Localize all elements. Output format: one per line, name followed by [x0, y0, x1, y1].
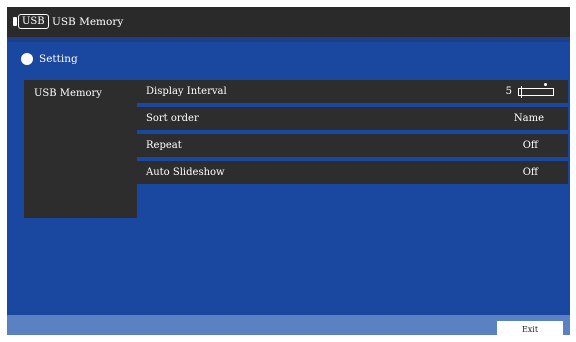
- sort-order-value: Name: [513, 113, 544, 124]
- setting-row-sort-order[interactable]: Sort order Name: [137, 107, 568, 130]
- setting-bullet-icon: [21, 53, 33, 65]
- category-item-usb-memory[interactable]: USB Memory: [34, 88, 102, 99]
- section-header: Setting: [7, 42, 570, 76]
- auto-slideshow-value: Off: [522, 167, 538, 178]
- window-title: USB Memory: [52, 16, 124, 28]
- display-interval-control[interactable]: 5: [506, 80, 554, 103]
- display-interval-value: 5: [505, 86, 512, 97]
- setting-row-display-interval[interactable]: Display Interval 5: [137, 80, 568, 103]
- section-title: Setting: [39, 53, 78, 65]
- setting-label: Auto Slideshow: [146, 167, 225, 178]
- category-panel: USB Memory: [24, 80, 137, 218]
- setting-row-repeat[interactable]: Repeat Off: [137, 134, 568, 157]
- usb-icon: USB: [13, 14, 49, 29]
- usb-plug-icon: [13, 17, 17, 26]
- usb-badge-label: USB: [18, 14, 49, 29]
- slider-max-mark: [544, 82, 547, 86]
- title-bar: USB USB Memory: [7, 7, 570, 37]
- setting-label: Display Interval: [146, 86, 227, 97]
- exit-button[interactable]: Exit: [497, 321, 563, 335]
- setting-label: Sort order: [146, 113, 199, 124]
- setting-row-auto-slideshow[interactable]: Auto Slideshow Off: [137, 161, 568, 184]
- slider-thumb[interactable]: [521, 85, 522, 98]
- display-interval-slider[interactable]: [518, 82, 554, 98]
- footer-bar: Exit: [7, 315, 570, 335]
- setting-label: Repeat: [146, 140, 182, 151]
- repeat-value: Off: [522, 140, 538, 151]
- usb-memory-screen: USB USB Memory Setting USB Memory Displa…: [7, 7, 570, 335]
